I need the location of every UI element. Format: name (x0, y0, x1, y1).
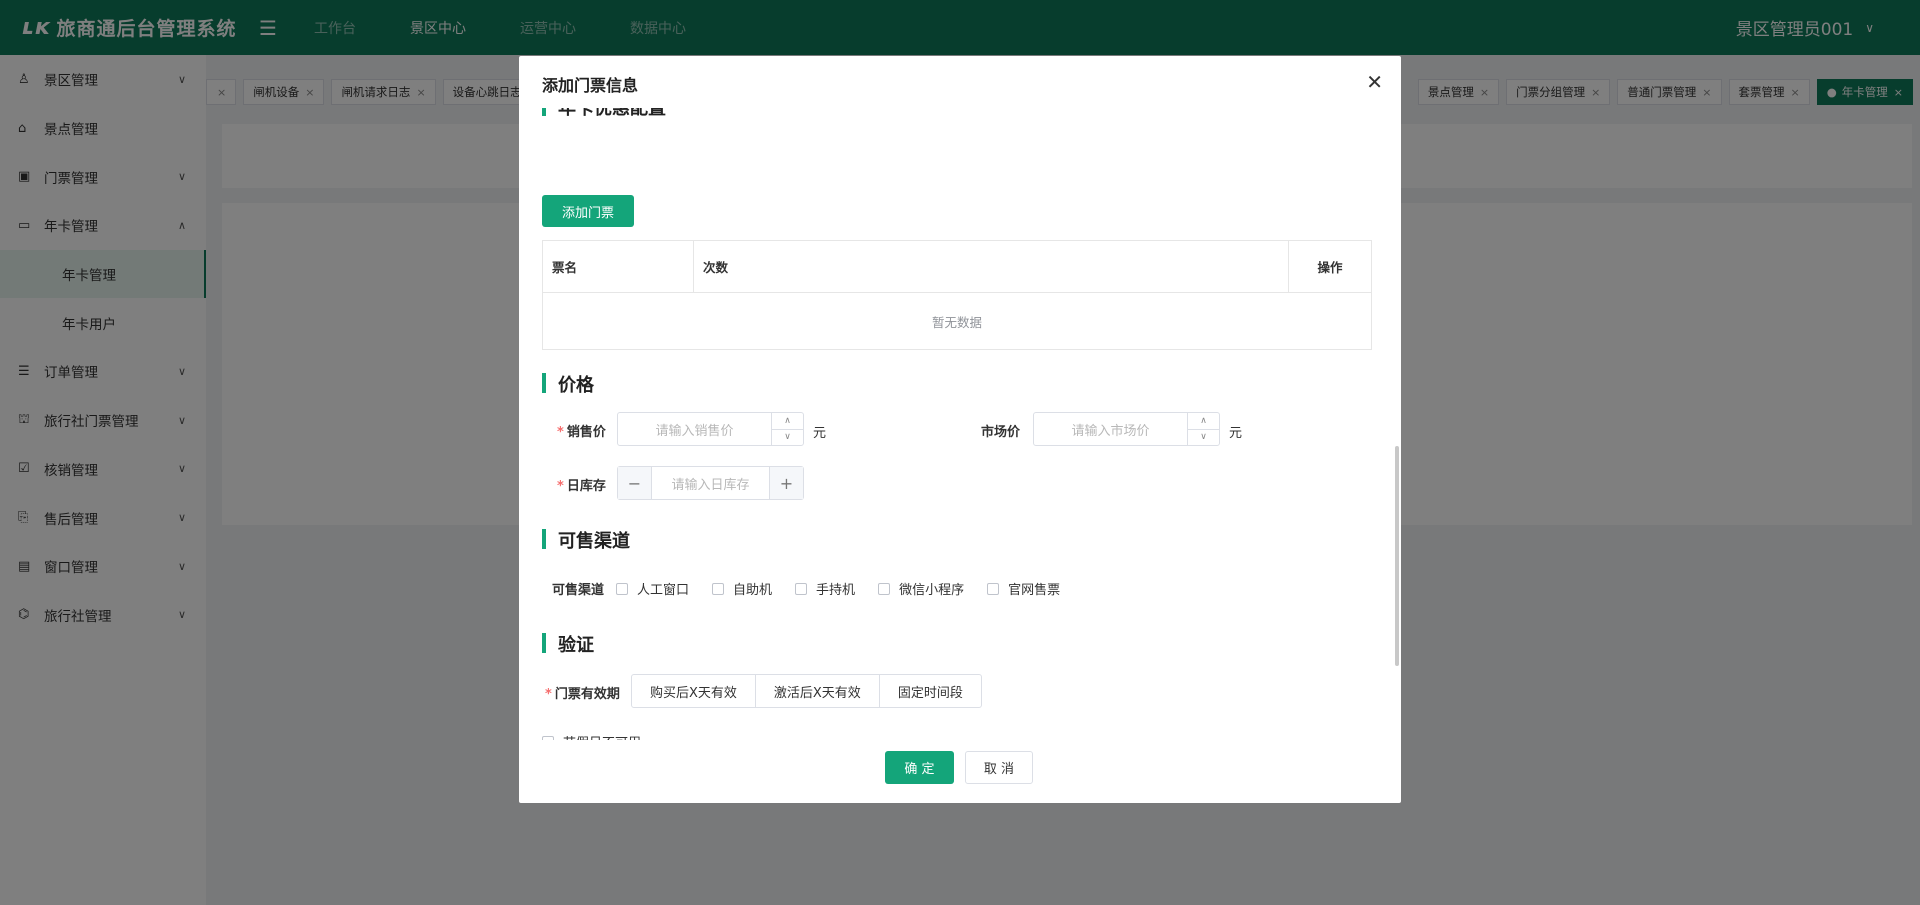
checkbox-icon (616, 582, 629, 595)
dialog-body: 年卡优惠配置 添加门票 票名 次数 操作 暂无数据 价格 * 销售价 请输入销售价… (519, 108, 1391, 740)
col-header-name: 票名 (543, 241, 694, 292)
chevron-up-icon[interactable]: ∧ (1188, 413, 1219, 430)
channel-checkbox[interactable]: 官网售票 (987, 579, 1060, 598)
col-header-action: 操作 (1317, 260, 1343, 275)
checkbox-label: 自助机 (733, 583, 773, 598)
market-price-label: 市场价 (981, 425, 1021, 440)
sale-price-label: * 销售价 (557, 425, 606, 440)
section-title-annual-discount: 年卡优惠配置 (542, 108, 666, 120)
market-price-placeholder: 请输入市场价 (1071, 423, 1150, 439)
sale-price-unit: 元 (813, 426, 827, 441)
channel-checkbox[interactable]: 人工窗口 (616, 579, 689, 598)
checkbox-icon (795, 582, 808, 595)
chevron-down-icon[interactable]: ∨ (1188, 430, 1219, 446)
sale-price-input[interactable]: 请输入销售价 ∧ ∨ (617, 412, 804, 446)
channel-checkbox[interactable]: 自助机 (712, 579, 772, 598)
market-price-input[interactable]: 请输入市场价 ∧ ∨ (1033, 412, 1220, 446)
validity-option[interactable]: 激活后X天有效 (756, 675, 880, 707)
checkbox-icon (542, 735, 554, 740)
market-price-spinner[interactable]: ∧ ∨ (1187, 413, 1219, 445)
chevron-down-icon[interactable]: ∨ (772, 430, 803, 446)
plus-icon[interactable]: + (769, 467, 803, 499)
channel-label: 可售渠道 (552, 583, 605, 598)
daily-stock-label: * 日库存 (557, 479, 606, 494)
validity-option[interactable]: 固定时间段 (880, 675, 981, 707)
checkbox-label: 微信小程序 (899, 583, 965, 598)
checkbox-label: 手持机 (816, 583, 856, 598)
validity-segmented: 购买后X天有效 激活后X天有效 固定时间段 (631, 674, 982, 708)
sale-price-placeholder: 请输入销售价 (655, 423, 734, 439)
table-empty-text: 暂无数据 (931, 314, 982, 330)
col-header-count: 次数 (694, 241, 1289, 292)
confirm-button[interactable]: 确 定 (885, 751, 954, 784)
market-price-unit: 元 (1229, 426, 1243, 441)
checkbox-icon (987, 582, 1000, 595)
table-header: 票名 次数 操作 (543, 241, 1371, 293)
section-title-channels: 可售渠道 (542, 527, 630, 553)
dialog-scrollbar[interactable] (1395, 446, 1399, 666)
holiday-label: 节假日不可用 (563, 732, 641, 740)
sale-price-spinner[interactable]: ∧ ∨ (771, 413, 803, 445)
add-ticket-button[interactable]: 添加门票 (542, 195, 634, 227)
chevron-up-icon[interactable]: ∧ (772, 413, 803, 430)
validity-label: * 门票有效期 (545, 687, 620, 702)
channel-checkboxes: 可售渠道 人工窗口 自助机 手持机 微信小程序 官网售票 (552, 579, 1083, 598)
daily-stock-placeholder: 请输入日库存 (671, 477, 750, 493)
holiday-checkbox[interactable]: 节假日不可用 (542, 732, 641, 740)
channel-checkbox[interactable]: 手持机 (795, 579, 855, 598)
checkbox-label: 官网售票 (1008, 583, 1061, 598)
dialog-title: 添加门票信息 (542, 76, 639, 95)
ticket-table: 票名 次数 操作 暂无数据 (542, 240, 1372, 350)
daily-stock-stepper[interactable]: − 请输入日库存 + (617, 466, 804, 500)
section-title-verify: 验证 (542, 631, 594, 657)
add-ticket-dialog: 添加门票信息 ✕ 年卡优惠配置 添加门票 票名 次数 操作 暂无数据 价格 * 销… (519, 56, 1401, 803)
checkbox-icon (878, 582, 891, 595)
section-title-price: 价格 (542, 371, 594, 397)
cancel-button[interactable]: 取 消 (965, 751, 1033, 784)
close-icon[interactable]: ✕ (1366, 70, 1383, 94)
checkbox-icon (712, 582, 725, 595)
minus-icon[interactable]: − (618, 467, 652, 499)
checkbox-label: 人工窗口 (637, 583, 690, 598)
validity-option[interactable]: 购买后X天有效 (632, 675, 756, 707)
channel-checkbox[interactable]: 微信小程序 (878, 579, 964, 598)
